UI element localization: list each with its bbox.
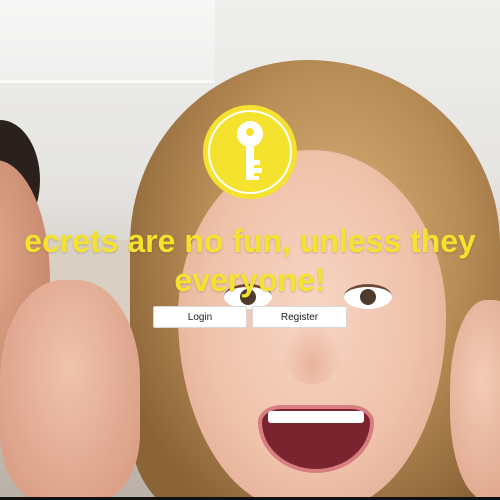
hero-tagline: ecrets are no fun, unless they everyone! bbox=[0, 222, 500, 300]
listening-person-nose bbox=[282, 320, 342, 384]
hero-tagline-line2: everyone! bbox=[174, 262, 326, 298]
login-button[interactable]: Login bbox=[153, 306, 247, 328]
app-logo bbox=[200, 102, 300, 202]
whispering-hand bbox=[0, 280, 140, 500]
landing-page: ecrets are no fun, unless they everyone!… bbox=[0, 0, 500, 500]
register-button[interactable]: Register bbox=[252, 306, 347, 328]
hero-tagline-line1: ecrets are no fun, unless they bbox=[24, 223, 476, 259]
background-wall-panel bbox=[0, 0, 215, 83]
key-icon bbox=[203, 105, 297, 199]
